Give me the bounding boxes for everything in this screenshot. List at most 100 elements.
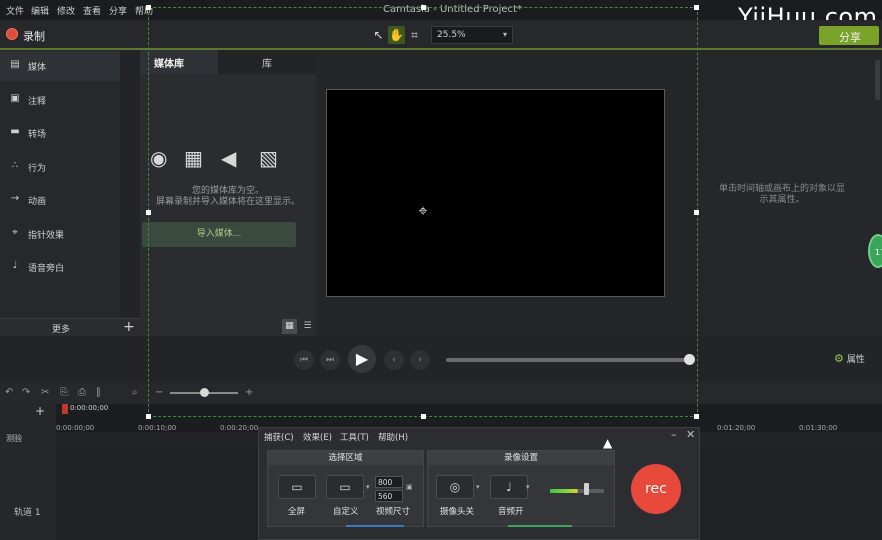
custom-area-button[interactable]: ▭ xyxy=(326,475,364,499)
sidebar-item-media[interactable]: ▤ 媒体 xyxy=(0,51,120,81)
split-icon[interactable]: ∥ xyxy=(96,387,101,398)
undo-icon[interactable]: ↶ xyxy=(5,387,13,398)
step-forward-icon[interactable]: ⏭ xyxy=(320,350,340,370)
floating-badge[interactable]: 17 xyxy=(868,234,882,268)
menu-share[interactable]: 分享 xyxy=(109,4,127,17)
zoom-dropdown[interactable]: 25.5% ▾ xyxy=(431,26,513,44)
share-label: 分享 xyxy=(839,31,861,44)
tools-sidebar: ▤ 媒体 ▣ 注释 ▬ 转场 ∴ 行为 → 动画 ⌖ 指针效果 ♩ 语音旁白 xyxy=(0,50,120,318)
sidebar-item-label: 转场 xyxy=(28,130,47,140)
sidebar-item-behaviors[interactable]: ∴ 行为 xyxy=(0,152,120,182)
window-title: Camtasia - Untitled Project* xyxy=(383,4,522,15)
menu-edit[interactable]: 编辑 xyxy=(31,4,49,17)
tab-library[interactable]: 库 xyxy=(218,50,316,74)
recorder-menu-capture[interactable]: 捕获(C) xyxy=(264,431,294,443)
transition-icon: ▬ xyxy=(10,126,20,137)
scrub-bar[interactable] xyxy=(446,358,690,362)
cut-icon[interactable]: ✂ xyxy=(41,387,49,398)
plus-icon[interactable]: + xyxy=(123,319,135,335)
ruler-tick: 0:01:20;00 xyxy=(717,424,756,432)
record-icon: ◉ xyxy=(150,146,168,170)
properties-panel: 单击时间轴或画布上的对象以显 示其属性。 17 xyxy=(698,50,882,336)
sidebar-item-animations[interactable]: → 动画 xyxy=(0,185,120,215)
close-icon[interactable]: ✕ xyxy=(686,428,695,441)
record-settings-group: 录像设置 ◎ ▾ 摄像头关 ♩ ▾ 音频开 xyxy=(427,450,615,527)
audio-level-meter xyxy=(550,489,604,493)
volume-slider-handle[interactable] xyxy=(584,483,589,495)
chevron-down-icon[interactable]: ▾ xyxy=(526,483,530,491)
lock-icon[interactable]: ▣ xyxy=(406,483,413,491)
zoom-out-icon[interactable]: − xyxy=(155,387,163,398)
audio-toggle[interactable]: ♩ xyxy=(490,475,528,499)
list-view-icon[interactable]: ☰ xyxy=(300,319,315,334)
record-settings-title: 录像设置 xyxy=(428,451,614,465)
sidebar-item-label: 指针效果 xyxy=(28,231,65,241)
mouse-cursor-icon: ▲ xyxy=(603,436,613,450)
step-back-icon[interactable]: ⏮ xyxy=(294,350,314,370)
zoom-icon[interactable]: ⌕ xyxy=(132,387,138,398)
menu-help[interactable]: 帮助 xyxy=(135,4,153,17)
timeline-toolbar: ↶ ↷ ✂ ⎘ ⎙ ∥ ⌕ − + xyxy=(0,382,882,404)
next-icon[interactable]: › xyxy=(410,350,430,370)
crop-tool-icon[interactable]: ⌗ xyxy=(406,26,423,44)
scrollbar[interactable] xyxy=(875,60,880,100)
record-button[interactable]: 录制 xyxy=(23,28,45,44)
sidebar-item-label: 行为 xyxy=(28,164,47,174)
sidebar-item-label: 语音旁白 xyxy=(28,264,65,274)
crosshair-icon: ⌖ xyxy=(418,201,428,220)
grid-view-icon[interactable]: ▦ xyxy=(282,319,297,334)
add-track-icon[interactable]: + xyxy=(35,404,45,418)
playhead[interactable] xyxy=(62,404,68,414)
recorder-menu-tools[interactable]: 工具(T) xyxy=(340,431,369,443)
fullscreen-button[interactable]: ▭ xyxy=(278,475,316,499)
camera-toggle[interactable]: ◎ xyxy=(436,475,474,499)
height-input[interactable]: 560 xyxy=(375,490,403,502)
redo-icon[interactable]: ↷ xyxy=(22,387,30,398)
camera-off-label: 摄像头关 xyxy=(440,507,475,517)
play-button[interactable]: ▶ xyxy=(348,345,376,373)
sidebar-item-voice-narration[interactable]: ♩ 语音旁白 xyxy=(0,252,120,282)
preview-canvas[interactable] xyxy=(326,89,665,297)
microphone-icon: ♩ xyxy=(12,260,18,271)
animation-icon: → xyxy=(10,193,20,204)
import-media-button[interactable]: 导入媒体... xyxy=(142,222,296,247)
video-size-label: 视频尺寸 xyxy=(376,507,411,517)
annotation-icon: ▣ xyxy=(10,93,20,104)
properties-hint-cont: 示其属性。 xyxy=(759,195,805,205)
share-button[interactable]: 分享 xyxy=(819,26,879,45)
recorder-menu-help[interactable]: 帮助(H) xyxy=(378,431,408,443)
sidebar-item-annotations[interactable]: ▣ 注释 xyxy=(0,85,120,115)
chevron-down-icon[interactable]: ▾ xyxy=(476,483,480,491)
film-icon: ▤ xyxy=(10,59,20,70)
minimize-icon[interactable]: – xyxy=(671,428,677,441)
zoom-in-icon[interactable]: + xyxy=(245,387,253,398)
track-1-label[interactable]: 轨道 1 xyxy=(14,505,41,518)
tab-media-bin[interactable]: 媒体库 xyxy=(140,50,218,74)
sidebar-item-label: 动画 xyxy=(28,197,47,207)
paste-icon[interactable]: ⎙ xyxy=(78,387,86,398)
menu-view[interactable]: 查看 xyxy=(83,4,101,17)
sidebar-item-label: 注释 xyxy=(28,97,47,107)
timeline-zoom-handle[interactable] xyxy=(200,388,209,397)
recorder-menu-effects[interactable]: 效果(E) xyxy=(303,431,332,443)
sidebar-item-cursor-effects[interactable]: ⌖ 指针效果 xyxy=(0,219,120,249)
chevron-down-icon[interactable]: ▾ xyxy=(366,483,370,491)
audio-indicator xyxy=(508,525,572,527)
fullscreen-label: 全屏 xyxy=(288,507,306,517)
image-icon: ▧ xyxy=(259,146,278,170)
record-dot-icon[interactable] xyxy=(6,28,18,40)
previous-icon[interactable]: ‹ xyxy=(384,350,404,370)
menu-file[interactable]: 文件 xyxy=(6,4,24,17)
hand-tool-icon[interactable]: ✋ xyxy=(388,26,405,44)
copy-icon[interactable]: ⎘ xyxy=(60,387,68,398)
width-input[interactable]: 800 xyxy=(375,476,403,488)
start-recording-button[interactable]: rec xyxy=(631,464,681,514)
menu-modify[interactable]: 修改 xyxy=(57,4,75,17)
more-button[interactable]: 更多 xyxy=(52,322,70,335)
arrow-tool-icon[interactable]: ↖ xyxy=(370,26,387,44)
scrub-handle[interactable] xyxy=(684,354,695,365)
sidebar-item-transitions[interactable]: ▬ 转场 xyxy=(0,118,120,148)
properties-button[interactable]: ⚙ 属性 xyxy=(834,352,865,365)
ruler-tick: 0:00:20;00 xyxy=(220,424,259,432)
track-a-label: 测验 xyxy=(6,434,22,443)
